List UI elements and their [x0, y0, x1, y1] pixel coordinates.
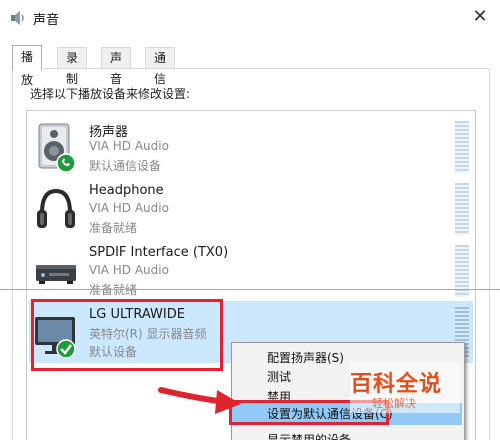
volume-meter	[455, 183, 469, 235]
device-name: 扬声器	[89, 125, 129, 140]
device-driver: VIA HD Audio	[89, 201, 169, 215]
device-status: 准备就绪	[89, 221, 138, 235]
volume-meter	[455, 121, 469, 173]
headphone-icon	[37, 188, 75, 228]
watermark-logo: 百科全说	[350, 372, 443, 397]
watermark-tagline: 轻松解决	[372, 397, 416, 410]
arrow-right-icon	[158, 387, 241, 414]
annotation-line	[0, 289, 500, 290]
device-item-headphone[interactable]: Headphone VIA HD Audio 准备就绪	[29, 177, 473, 239]
close-button[interactable]: ✕	[460, 0, 500, 34]
device-name: Headphone	[89, 183, 164, 198]
device-driver: VIA HD Audio	[89, 139, 169, 153]
device-name: SPDIF Interface (TX0)	[89, 245, 229, 260]
tab-playback[interactable]: 播放	[12, 45, 43, 87]
annotation-box-device	[31, 299, 223, 371]
device-status: 默认通信设备	[89, 159, 162, 173]
instruction-text: 选择以下播放设备来修改设置:	[30, 87, 191, 101]
title-bar: 声音 ✕	[0, 0, 500, 34]
tab-sounds[interactable]: 声音	[101, 47, 132, 86]
device-item-speaker[interactable]: 扬声器 VIA HD Audio 默认通信设备	[29, 115, 473, 177]
sound-dialog: 声音 ✕ 播放 录制 声音 通信 选择以下播放设备来修改设置: 扬声器 VIA …	[0, 0, 500, 440]
device-item-spdif[interactable]: SPDIF Interface (TX0) VIA HD Audio 准备就绪	[29, 239, 473, 301]
speaker-icon	[38, 123, 76, 173]
tab-recording[interactable]: 录制	[57, 47, 88, 86]
close-icon: ✕	[472, 6, 488, 27]
window-title: 声音	[33, 13, 60, 28]
menu-item-show-disabled[interactable]: 显示禁用的设备	[232, 429, 462, 440]
speaker-icon	[11, 11, 24, 25]
tab-communications[interactable]: 通信	[145, 47, 176, 86]
device-driver: VIA HD Audio	[89, 263, 169, 277]
